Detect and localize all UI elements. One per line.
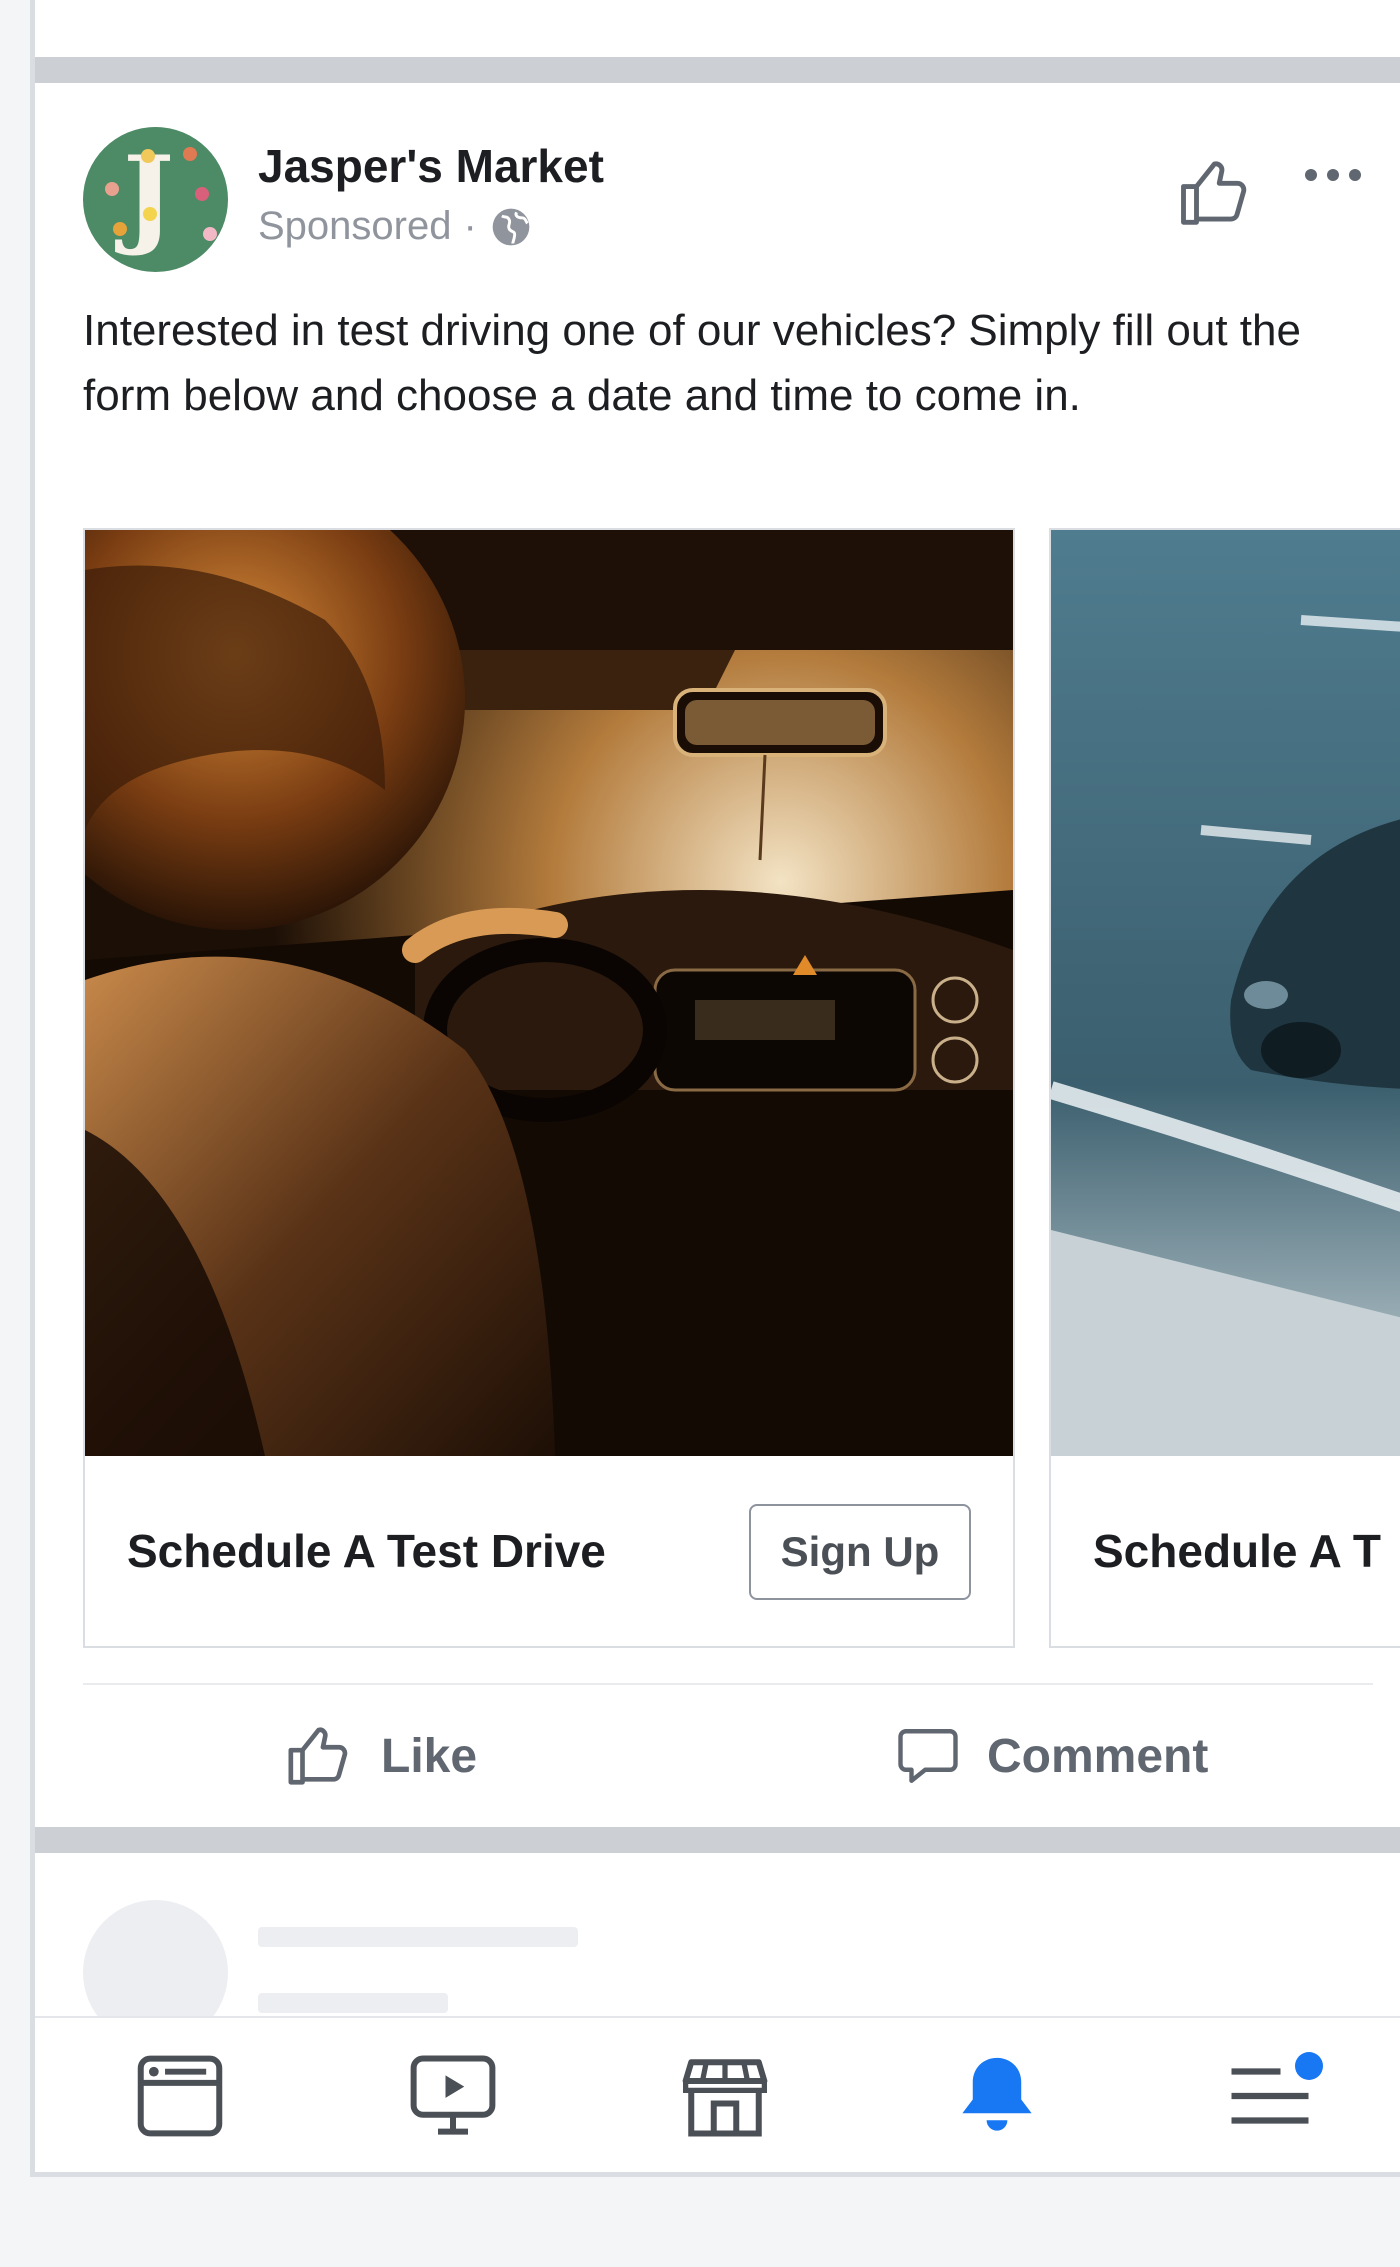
- sponsored-label[interactable]: Sponsored: [258, 204, 451, 249]
- ad-carousel[interactable]: Schedule A Test Drive Sign Up Schedule A…: [83, 528, 1400, 1648]
- feed-divider-top: [35, 57, 1400, 83]
- avatar-decoration: [183, 147, 197, 161]
- car-on-road-photo[interactable]: [1051, 530, 1400, 1456]
- avatar-decoration: [203, 227, 217, 241]
- thumbs-up-icon[interactable]: [1177, 154, 1255, 232]
- nav-menu[interactable]: [1180, 2018, 1360, 2172]
- page-avatar[interactable]: J: [83, 127, 228, 272]
- thumbs-up-icon: [288, 1727, 348, 1785]
- menu-notification-dot: [1295, 2052, 1323, 2080]
- carousel-card[interactable]: Schedule A T: [1049, 528, 1400, 1648]
- nav-watch[interactable]: [363, 2018, 543, 2172]
- loading-line-placeholder: [258, 1993, 448, 2013]
- post-action-bar: Like Comment: [35, 1685, 1400, 1827]
- carousel-card[interactable]: Schedule A Test Drive Sign Up: [83, 528, 1015, 1648]
- avatar-decoration: [113, 222, 127, 236]
- globe-icon: [492, 208, 530, 245]
- avatar-decoration: [195, 187, 209, 201]
- avatar-decoration: [143, 207, 157, 221]
- page-background: [0, 2180, 1400, 2267]
- like-label: Like: [381, 1729, 478, 1783]
- nav-news-feed[interactable]: [90, 2018, 270, 2172]
- watch-icon: [410, 2055, 496, 2135]
- post-body-text: Interested in test driving one of our ve…: [83, 306, 1301, 420]
- comment-label: Comment: [987, 1729, 1209, 1783]
- nav-marketplace[interactable]: [635, 2018, 815, 2172]
- notifications-icon: [962, 2057, 1032, 2131]
- feed-divider-bottom: [35, 1827, 1400, 1853]
- avatar-decoration: [105, 182, 119, 196]
- meta-separator: ·: [463, 204, 477, 248]
- sign-up-button[interactable]: Sign Up: [749, 1504, 971, 1600]
- loading-line-placeholder: [258, 1927, 578, 1947]
- post-meta: Sponsored ·: [258, 204, 533, 249]
- page-name[interactable]: Jasper's Market: [258, 139, 604, 193]
- comment-button[interactable]: Comment: [895, 1685, 1208, 1827]
- nav-notifications[interactable]: [907, 2018, 1087, 2172]
- avatar-decoration: [141, 149, 155, 163]
- comment-bubble-icon: [898, 1729, 958, 1783]
- carousel-card-title[interactable]: Schedule A Test Drive: [127, 1456, 606, 1646]
- carousel-card-footer: Schedule A Test Drive Sign Up: [85, 1456, 1013, 1646]
- carousel-card-footer: Schedule A T: [1051, 1456, 1400, 1646]
- more-options-icon[interactable]: [1301, 163, 1365, 187]
- bottom-navigation-bar: [35, 2016, 1400, 2172]
- person-driving-car-photo[interactable]: [85, 530, 1013, 1456]
- marketplace-icon: [682, 2059, 768, 2137]
- news-feed-icon: [137, 2055, 223, 2137]
- post-header: J Jasper's Market Sponsored ·: [83, 127, 1400, 272]
- feed-screen: J Jasper's Market Sponsored · Interested…: [30, 0, 1400, 2177]
- carousel-card-title[interactable]: Schedule A T: [1093, 1456, 1381, 1646]
- like-button[interactable]: Like: [285, 1685, 477, 1827]
